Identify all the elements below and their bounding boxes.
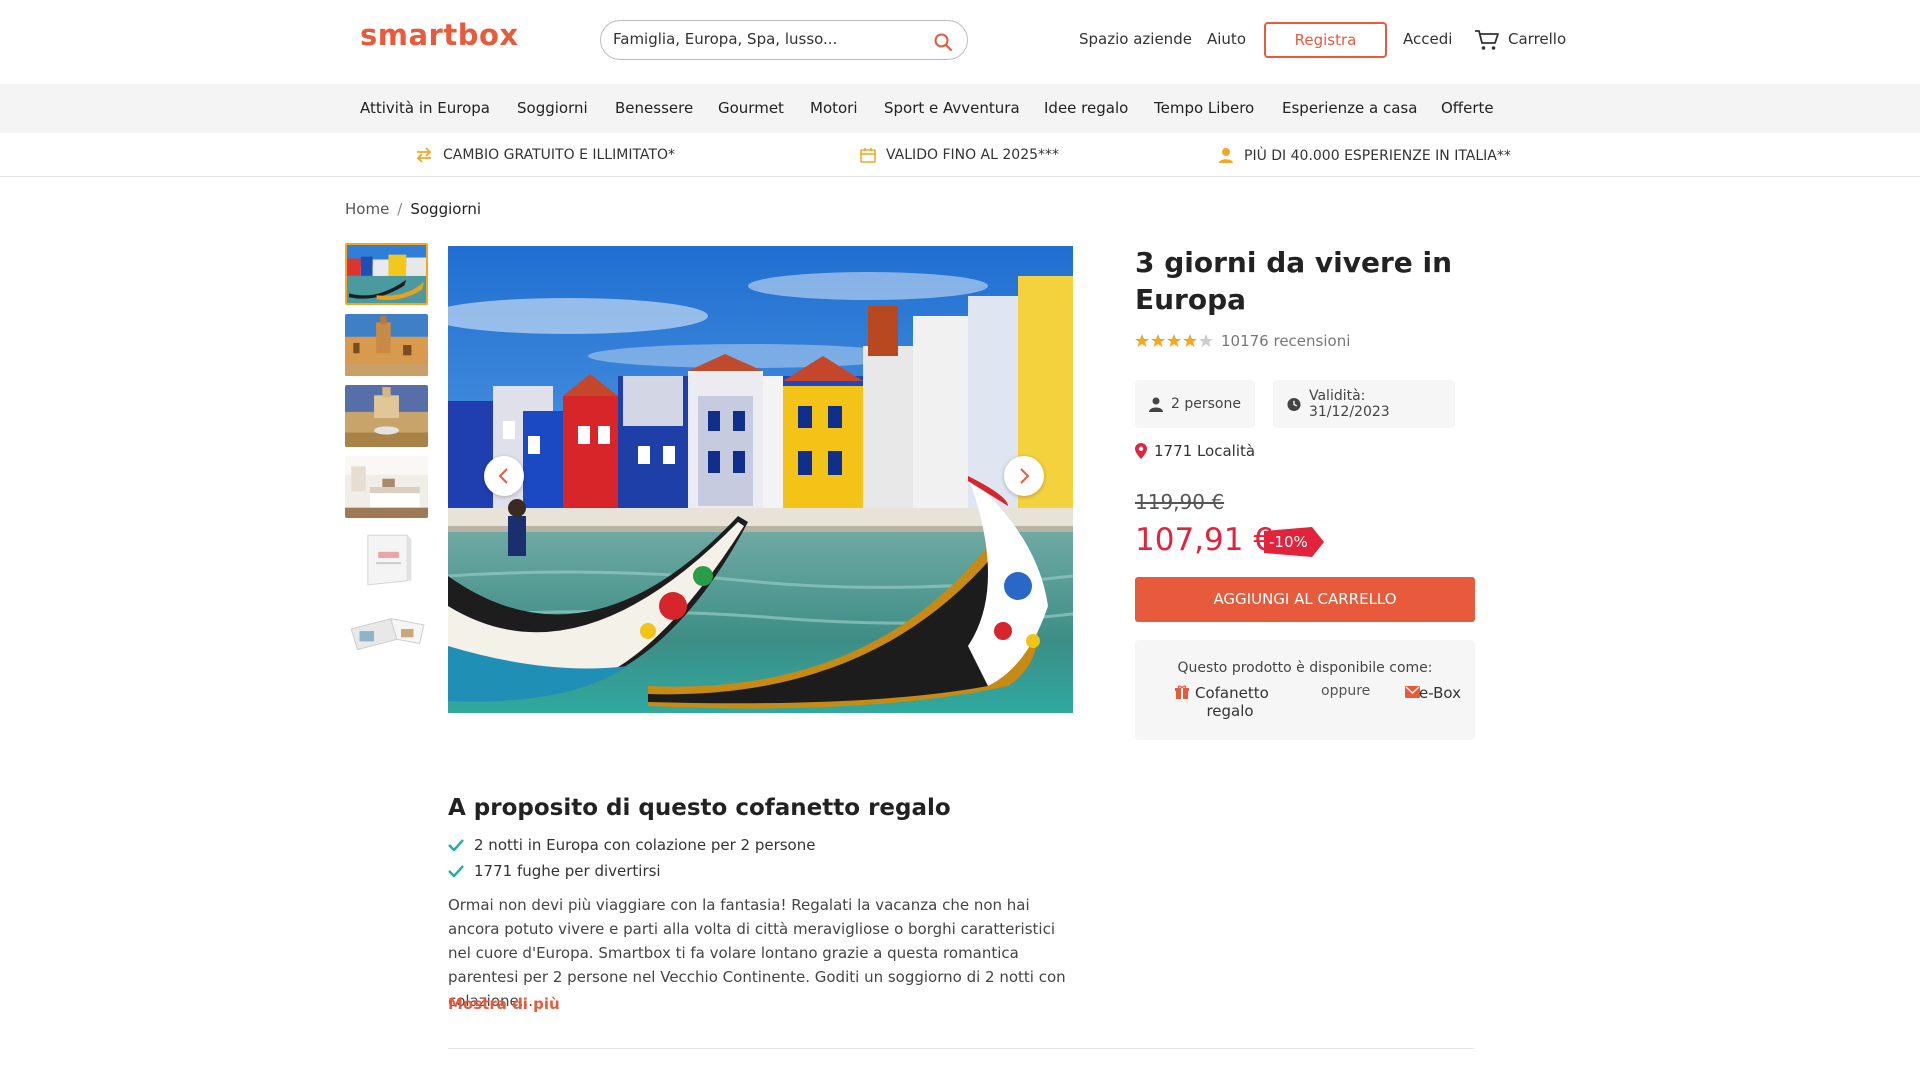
nav-item-idee-regalo[interactable]: Idee regalo (1044, 99, 1128, 117)
option-ebox[interactable]: e-Box (1419, 684, 1461, 702)
gallery-thumbnail[interactable] (345, 456, 428, 518)
gallery-thumbnail[interactable] (345, 243, 428, 305)
gallery-thumbnail[interactable] (345, 314, 428, 376)
validity-text: Validità: 31/12/2023 (1308, 388, 1390, 420)
breadcrumb-separator: / (397, 200, 403, 218)
search-icon[interactable] (933, 32, 953, 52)
cart-icon[interactable] (1474, 28, 1500, 52)
feature-text: 2 notti in Europa con colazione per 2 pe… (474, 836, 816, 854)
feature-item: 2 notti in Europa con colazione per 2 pe… (448, 836, 815, 854)
help-link[interactable]: Aiuto (1207, 30, 1246, 48)
gallery-prev-button[interactable] (484, 456, 524, 496)
old-price: 119,90 € (1135, 490, 1225, 514)
person-icon (1149, 397, 1163, 412)
site-header: smartbox Spazio aziende Aiuto Registra A… (0, 0, 1920, 84)
check-icon (448, 865, 464, 877)
product-rating[interactable]: 10176 recensioni (1135, 332, 1350, 350)
about-title: A proposito di questo cofanetto regalo (448, 795, 951, 821)
smartbox-logo[interactable]: smartbox (360, 18, 519, 52)
gallery-thumbnail[interactable] (345, 598, 428, 660)
search-input[interactable] (613, 30, 913, 48)
person-icon (1219, 148, 1233, 163)
nav-item-motori[interactable]: Motori (810, 99, 858, 117)
benefit-text: CAMBIO GRATUITO E ILLIMITATO* (443, 147, 675, 163)
locations-info[interactable]: 1771 Località (1135, 442, 1255, 460)
nav-item-gourmet[interactable]: Gourmet (718, 99, 784, 117)
nav-item-soggiorni[interactable]: Soggiorni (517, 99, 588, 117)
product-main-image (448, 246, 1073, 713)
rating-stars (1135, 334, 1213, 348)
cart-link[interactable]: Carrello (1508, 30, 1566, 48)
nav-item-sport-avventura[interactable]: Sport e Avventura (884, 99, 1020, 117)
locations-text: 1771 Località (1154, 442, 1256, 460)
canal-boats-image (448, 246, 1073, 713)
benefit-text: PIÙ DI 40.000 ESPERIENZE IN ITALIA** (1244, 147, 1511, 164)
benefit-experiences: PIÙ DI 40.000 ESPERIENZE IN ITALIA** (1218, 147, 1511, 164)
gallery-next-button[interactable] (1004, 456, 1044, 496)
email-icon (1405, 686, 1420, 698)
register-button[interactable]: Registra (1264, 22, 1387, 58)
clock-icon (1287, 397, 1301, 411)
benefits-bar: CAMBIO GRATUITO E ILLIMITATO* VALIDO FIN… (0, 133, 1920, 177)
check-icon (448, 839, 464, 851)
exchange-arrows-icon (416, 147, 432, 163)
nav-item-esperienze-casa[interactable]: Esperienze a casa (1282, 99, 1417, 117)
discount-text: -10% (1269, 533, 1308, 551)
availability-box: Questo prodotto è disponibile come: Cofa… (1135, 640, 1475, 740)
add-to-cart-button[interactable]: AGGIUNGI AL CARRELLO (1135, 577, 1475, 622)
persons-chip: 2 persone (1135, 380, 1255, 428)
show-more-link[interactable]: Mostra di più (448, 995, 560, 1013)
breadcrumb-current: Soggiorni (410, 200, 482, 218)
nav-item-tempo-libero[interactable]: Tempo Libero (1154, 99, 1254, 117)
validity-chip: Validità: 31/12/2023 (1273, 380, 1455, 428)
gift-icon (1175, 685, 1189, 699)
business-link[interactable]: Spazio aziende (1079, 30, 1192, 48)
benefit-text: VALIDO FINO AL 2025*** (886, 147, 1060, 163)
breadcrumb-home[interactable]: Home (345, 200, 389, 218)
search-box[interactable] (600, 20, 968, 60)
product-title: 3 giorni da vivere in Europa (1135, 246, 1453, 316)
availability-title: Questo prodotto è disponibile come: (1177, 660, 1433, 676)
nav-item-benessere[interactable]: Benessere (615, 99, 693, 117)
calendar-icon (860, 148, 876, 163)
gallery-thumbnail[interactable] (345, 385, 428, 447)
gallery-thumbnail[interactable] (345, 527, 428, 589)
chevron-left-icon (498, 468, 508, 484)
category-nav: Attività in Europa Soggiorni Benessere G… (0, 84, 1920, 133)
chevron-right-icon (1020, 468, 1030, 484)
reviews-count[interactable]: 10176 recensioni (1221, 332, 1350, 350)
availability-or: oppure (1321, 683, 1371, 699)
benefit-validity: VALIDO FINO AL 2025*** (860, 147, 1059, 163)
persons-text: 2 persone (1171, 396, 1241, 412)
nav-item-offerte[interactable]: Offerte (1441, 99, 1494, 117)
breadcrumb: Home / Soggiorni (345, 200, 481, 218)
current-price: 107,91 € (1135, 522, 1274, 558)
nav-item-attivita-europa[interactable]: Attività in Europa (360, 99, 490, 117)
option-gift-box[interactable]: Cofanetto regalo (1195, 684, 1269, 720)
feature-item: 1771 fughe per divertirsi (448, 862, 661, 880)
stars-icon (1135, 334, 1213, 347)
feature-text: 1771 fughe per divertirsi (474, 862, 661, 880)
login-link[interactable]: Accedi (1403, 30, 1452, 48)
benefit-free-exchange: CAMBIO GRATUITO E ILLIMITATO* (415, 147, 675, 163)
section-divider (448, 1048, 1475, 1049)
map-pin-icon (1135, 443, 1147, 459)
